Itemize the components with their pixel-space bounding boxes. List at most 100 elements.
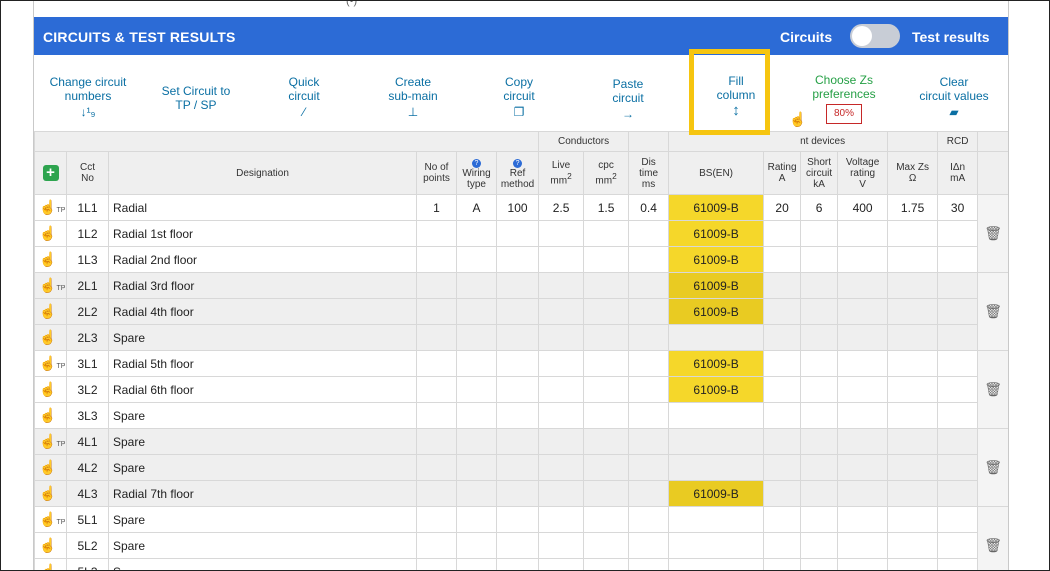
designation-cell[interactable]: Spare xyxy=(108,532,417,559)
rating-cell[interactable] xyxy=(763,246,802,273)
rating-cell[interactable] xyxy=(763,532,802,559)
designation-cell[interactable]: Radial 6th floor xyxy=(108,376,417,403)
live-cell[interactable] xyxy=(538,246,585,273)
cpc-cell[interactable] xyxy=(583,220,630,247)
cpc-cell[interactable] xyxy=(583,402,630,429)
points-cell[interactable] xyxy=(416,506,457,533)
cpc-cell[interactable] xyxy=(583,376,630,403)
ref-cell[interactable] xyxy=(495,324,540,351)
live-cell[interactable] xyxy=(538,506,585,533)
ref-cell[interactable] xyxy=(495,376,540,403)
bs-en-cell[interactable]: 61009-B xyxy=(668,480,765,507)
dis-cell[interactable] xyxy=(628,272,670,299)
table-row[interactable]: ☝ 2L3 Spare xyxy=(34,324,1009,351)
ref-cell[interactable] xyxy=(495,220,540,247)
table-row[interactable]: ☝TP 5L1 Spare 🗑 xyxy=(34,506,1008,570)
cpc-cell[interactable] xyxy=(583,350,630,377)
wiring-cell[interactable]: A xyxy=(456,194,497,221)
idn-cell[interactable] xyxy=(937,350,979,377)
designation-cell[interactable]: S xyxy=(108,558,417,570)
table-row[interactable]: ☝ 1L2 Radial 1st floor 61009-B xyxy=(34,220,1009,247)
idn-cell[interactable] xyxy=(937,506,979,533)
maxzs-cell[interactable] xyxy=(887,558,939,570)
rating-cell[interactable] xyxy=(763,558,802,570)
dis-cell[interactable] xyxy=(628,298,670,325)
bs-en-cell[interactable] xyxy=(668,428,765,455)
voltage-cell[interactable] xyxy=(837,506,889,533)
points-cell[interactable] xyxy=(416,428,457,455)
dis-cell[interactable] xyxy=(628,558,670,570)
hand-pointer-icon[interactable]: ☝TP xyxy=(34,194,67,221)
hand-pointer-icon[interactable]: ☝ xyxy=(34,454,67,481)
short-cell[interactable]: 6 xyxy=(800,194,839,221)
bs-en-cell[interactable]: 61009-B xyxy=(668,272,765,299)
ref-cell[interactable] xyxy=(495,246,540,273)
wiring-cell[interactable] xyxy=(456,532,497,559)
designation-cell[interactable]: Radial 5th floor xyxy=(108,350,417,377)
table-row[interactable]: ☝TP 2L1 Radial 3rd floor 61009-B 🗑 xyxy=(34,272,1008,351)
idn-cell[interactable] xyxy=(937,298,979,325)
short-cell[interactable] xyxy=(800,454,839,481)
live-cell[interactable] xyxy=(538,350,585,377)
maxzs-cell[interactable] xyxy=(887,532,939,559)
table-row[interactable]: ☝ 1L3 Radial 2nd floor 61009-B xyxy=(34,246,1009,273)
live-cell[interactable] xyxy=(538,298,585,325)
hand-pointer-icon[interactable]: ☝ xyxy=(34,402,67,429)
cpc-cell[interactable] xyxy=(583,532,630,559)
change-circuit-numbers-button[interactable]: Change circuit numbers ↓¹₉ xyxy=(46,75,130,119)
rating-cell[interactable] xyxy=(763,506,802,533)
points-cell[interactable] xyxy=(416,324,457,351)
bs-en-cell[interactable]: 61009-B xyxy=(668,220,765,247)
live-cell[interactable] xyxy=(538,376,585,403)
voltage-cell[interactable] xyxy=(837,558,889,570)
short-cell[interactable] xyxy=(800,480,839,507)
wiring-cell[interactable] xyxy=(456,376,497,403)
hand-pointer-icon[interactable]: ☝TP xyxy=(34,428,67,455)
designation-cell[interactable]: Radial 1st floor xyxy=(108,220,417,247)
wiring-cell[interactable] xyxy=(456,246,497,273)
table-row[interactable]: ☝ 2L2 Radial 4th floor 61009-B xyxy=(34,298,1009,325)
table-row[interactable]: ☝ 4L2 Spare xyxy=(34,454,1009,481)
live-cell[interactable]: 2.5 xyxy=(538,194,585,221)
rating-cell[interactable] xyxy=(763,298,802,325)
dis-cell[interactable] xyxy=(628,350,670,377)
short-cell[interactable] xyxy=(800,324,839,351)
designation-cell[interactable]: Radial 4th floor xyxy=(108,298,417,325)
ref-cell[interactable] xyxy=(495,506,540,533)
short-cell[interactable] xyxy=(800,272,839,299)
wiring-cell[interactable] xyxy=(456,350,497,377)
ref-cell[interactable] xyxy=(495,350,540,377)
bs-en-cell[interactable]: 61009-B xyxy=(668,246,765,273)
ref-cell[interactable] xyxy=(495,402,540,429)
voltage-cell[interactable] xyxy=(837,480,889,507)
maxzs-cell[interactable] xyxy=(887,220,939,247)
short-cell[interactable] xyxy=(800,376,839,403)
rating-cell[interactable] xyxy=(763,220,802,247)
maxzs-cell[interactable] xyxy=(887,506,939,533)
voltage-cell[interactable] xyxy=(837,376,889,403)
trash-icon[interactable]: 🗑 xyxy=(977,506,1008,570)
short-cell[interactable] xyxy=(800,220,839,247)
table-row[interactable]: ☝ 5L2 Spare xyxy=(34,532,1009,559)
table-row[interactable]: ☝ 3L2 Radial 6th floor 61009-B xyxy=(34,376,1009,403)
short-cell[interactable] xyxy=(800,350,839,377)
ref-cell[interactable] xyxy=(495,480,540,507)
rating-cell[interactable] xyxy=(763,402,802,429)
copy-circuit-button[interactable]: Copy circuit ❐ xyxy=(489,75,549,119)
rating-cell[interactable] xyxy=(763,428,802,455)
dis-cell[interactable] xyxy=(628,506,670,533)
designation-cell[interactable]: Spare xyxy=(108,324,417,351)
voltage-cell[interactable] xyxy=(837,298,889,325)
dis-cell[interactable] xyxy=(628,376,670,403)
points-cell[interactable] xyxy=(416,558,457,570)
dis-cell[interactable] xyxy=(628,402,670,429)
designation-cell[interactable]: Radial 2nd floor xyxy=(108,246,417,273)
voltage-cell[interactable] xyxy=(837,454,889,481)
designation-cell[interactable]: Spare xyxy=(108,428,417,455)
idn-cell[interactable] xyxy=(937,532,979,559)
live-cell[interactable] xyxy=(538,480,585,507)
bs-en-cell[interactable] xyxy=(668,324,765,351)
trash-icon[interactable]: 🗑 xyxy=(977,272,1008,351)
live-cell[interactable] xyxy=(538,532,585,559)
cpc-cell[interactable] xyxy=(583,480,630,507)
